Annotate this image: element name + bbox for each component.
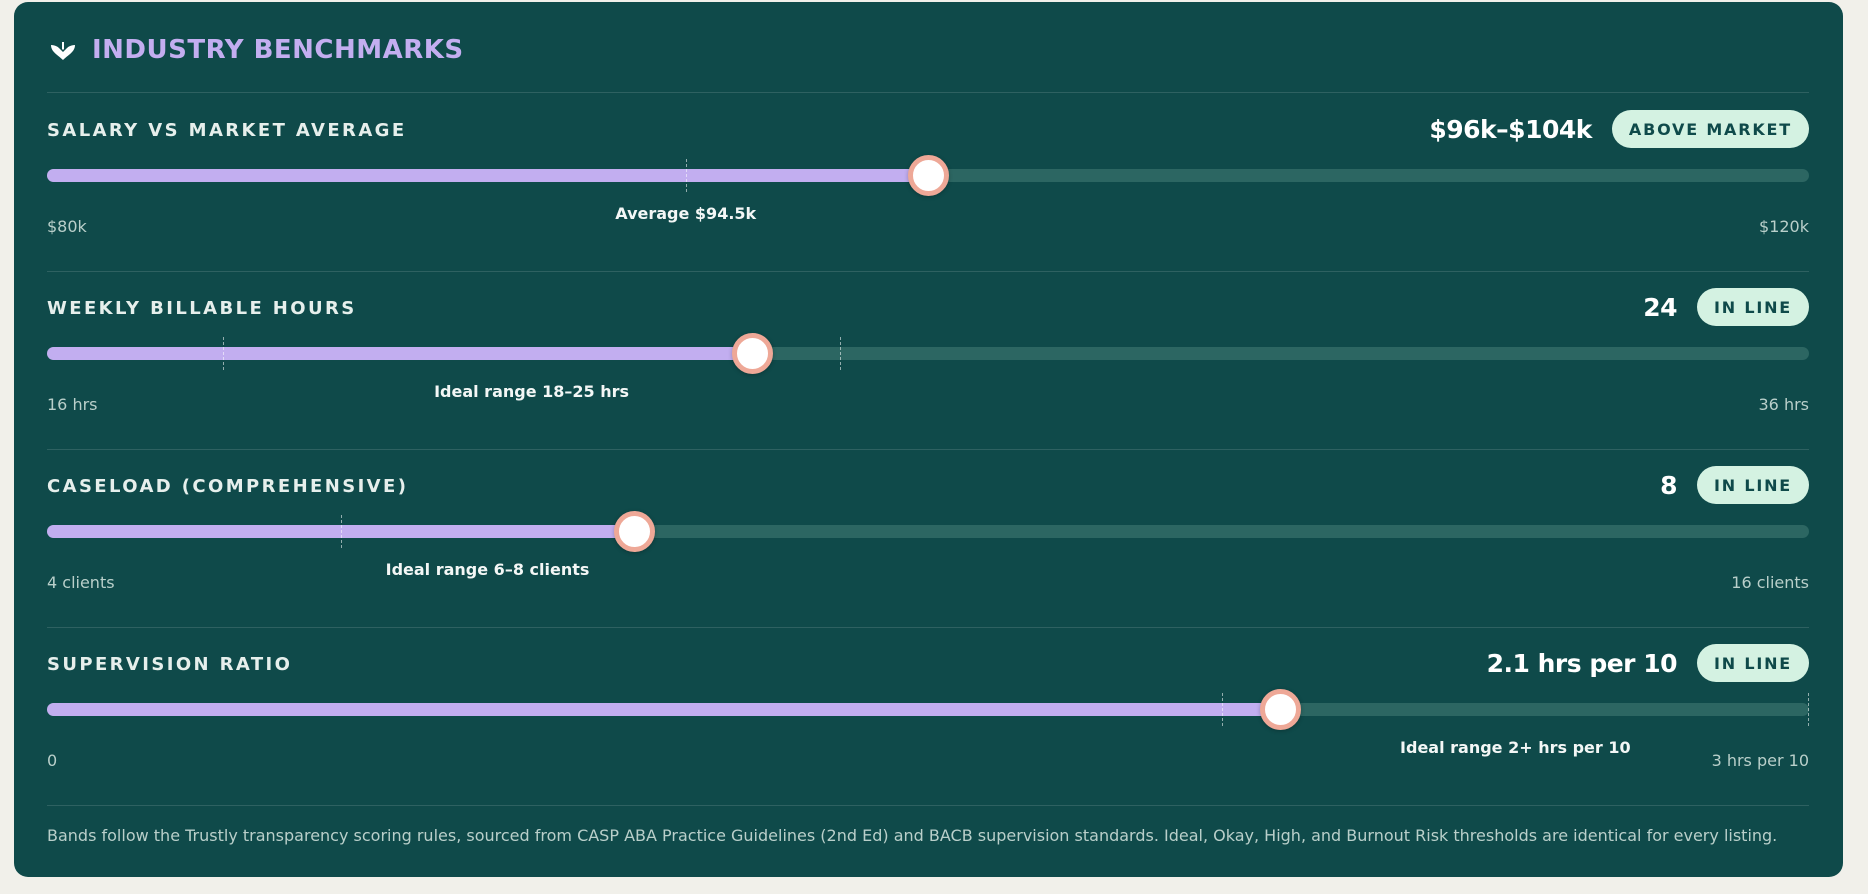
- status-badge: IN LINE: [1697, 288, 1809, 326]
- benchmark-label: WEEKLY BILLABLE HOURS: [47, 298, 357, 319]
- threshold-tick: [223, 337, 225, 370]
- footer-note: Bands follow the Trustly transparency sc…: [47, 826, 1778, 845]
- benchmark-track: [47, 155, 1809, 196]
- scale-min-label: 16 hrs: [47, 395, 98, 414]
- panel-title: INDUSTRY BENCHMARKS: [92, 35, 464, 65]
- threshold-tick: [1808, 693, 1809, 726]
- status-badge: IN LINE: [1697, 466, 1809, 504]
- threshold-tick: [340, 515, 342, 548]
- benchmark-value: 24: [1643, 292, 1678, 322]
- benchmark-salary: SALARY VS MARKET AVERAGE $96k–$104k ABOV…: [47, 93, 1809, 271]
- benchmark-billable-hours: WEEKLY BILLABLE HOURS 24 IN LINE Ideal r…: [47, 271, 1809, 449]
- status-badge: ABOVE MARKET: [1611, 110, 1809, 148]
- benchmark-supervision-ratio: SUPERVISION RATIO 2.1 hrs per 10 IN LINE…: [47, 627, 1809, 805]
- heart-leaf-icon: [48, 35, 78, 65]
- benchmark-marker-label: Ideal range 2+ hrs per 10: [1400, 738, 1631, 757]
- benchmark-value: $96k–$104k: [1429, 114, 1592, 144]
- benchmark-thumb[interactable]: [614, 511, 656, 552]
- benchmark-fill: [47, 169, 928, 182]
- scale-min-label: 0: [47, 751, 58, 770]
- benchmark-track: [47, 333, 1809, 374]
- benchmark-thumb[interactable]: [908, 155, 949, 196]
- benchmark-fill: [47, 703, 1281, 716]
- benchmark-label: CASELOAD (COMPREHENSIVE): [47, 476, 409, 497]
- scale-max-label: 3 hrs per 10: [1711, 751, 1809, 770]
- panel-header: INDUSTRY BENCHMARKS: [48, 30, 464, 70]
- benchmark-summary: 2.1 hrs per 10 IN LINE: [1487, 644, 1809, 682]
- benchmark-thumb[interactable]: [731, 333, 773, 374]
- scale-max-label: $120k: [1759, 217, 1809, 236]
- benchmark-value: 2.1 hrs per 10: [1486, 648, 1678, 678]
- benchmark-summary: 24 IN LINE: [1643, 288, 1809, 326]
- industry-benchmarks-panel: INDUSTRY BENCHMARKS SALARY VS MARKET AVE…: [14, 2, 1843, 877]
- status-badge: IN LINE: [1697, 644, 1809, 682]
- scale-max-label: 36 hrs: [1758, 395, 1810, 414]
- benchmark-track: [47, 689, 1809, 730]
- benchmark-value: 8: [1660, 470, 1678, 500]
- benchmark-track: [47, 511, 1809, 552]
- benchmark-marker-label: Average $94.5k: [615, 204, 757, 223]
- divider: [47, 805, 1809, 806]
- benchmark-caseload: CASELOAD (COMPREHENSIVE) 8 IN LINE Ideal…: [47, 449, 1809, 627]
- threshold-tick: [839, 337, 841, 370]
- threshold-tick: [685, 159, 687, 192]
- benchmark-marker-label: Ideal range 6–8 clients: [385, 560, 590, 579]
- benchmark-summary: 8 IN LINE: [1660, 466, 1809, 504]
- benchmark-summary: $96k–$104k ABOVE MARKET: [1429, 110, 1809, 148]
- benchmark-label: SALARY VS MARKET AVERAGE: [47, 120, 407, 141]
- benchmark-fill: [47, 347, 752, 360]
- scale-max-label: 16 clients: [1731, 573, 1809, 592]
- benchmark-thumb[interactable]: [1260, 689, 1302, 730]
- scale-min-label: $80k: [47, 217, 87, 236]
- threshold-tick: [1221, 693, 1223, 726]
- scale-min-label: 4 clients: [47, 573, 115, 592]
- benchmark-label: SUPERVISION RATIO: [47, 654, 293, 675]
- benchmark-marker-label: Ideal range 18–25 hrs: [434, 382, 630, 401]
